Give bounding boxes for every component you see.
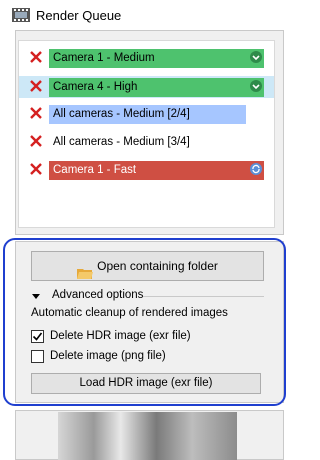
window-title: Render Queue xyxy=(36,8,122,23)
delete-icon[interactable] xyxy=(29,106,43,120)
highlight-outline xyxy=(3,238,286,406)
refresh-icon[interactable] xyxy=(250,163,262,175)
delete-icon[interactable] xyxy=(29,50,43,64)
render-queue-list[interactable]: Camera 1 - Medium Camera 4 - High All ca… xyxy=(18,40,275,228)
queue-item[interactable]: Camera 1 - Fast xyxy=(19,159,274,181)
queue-item-label: Camera 1 - Fast xyxy=(49,161,264,180)
queue-item[interactable]: Camera 4 - High xyxy=(19,76,274,98)
film-strip-icon xyxy=(12,8,30,22)
chevron-down-icon[interactable] xyxy=(250,51,262,63)
delete-icon[interactable] xyxy=(29,134,43,148)
delete-icon[interactable] xyxy=(29,79,43,93)
delete-icon[interactable] xyxy=(29,162,43,176)
queue-item-label: All cameras - Medium [2/4] xyxy=(49,105,246,124)
queue-item-label: Camera 4 - High xyxy=(49,78,264,97)
queue-item[interactable]: All cameras - Medium [2/4] xyxy=(19,103,274,125)
queue-item-label: All cameras - Medium [3/4] xyxy=(49,133,246,152)
queue-item-label: Camera 1 - Medium xyxy=(49,49,264,68)
queue-item[interactable]: Camera 1 - Medium xyxy=(19,47,274,69)
render-preview-image xyxy=(58,412,237,460)
chevron-down-icon[interactable] xyxy=(250,80,262,92)
queue-item[interactable]: All cameras - Medium [3/4] xyxy=(19,131,274,153)
title-bar: Render Queue xyxy=(0,0,289,32)
